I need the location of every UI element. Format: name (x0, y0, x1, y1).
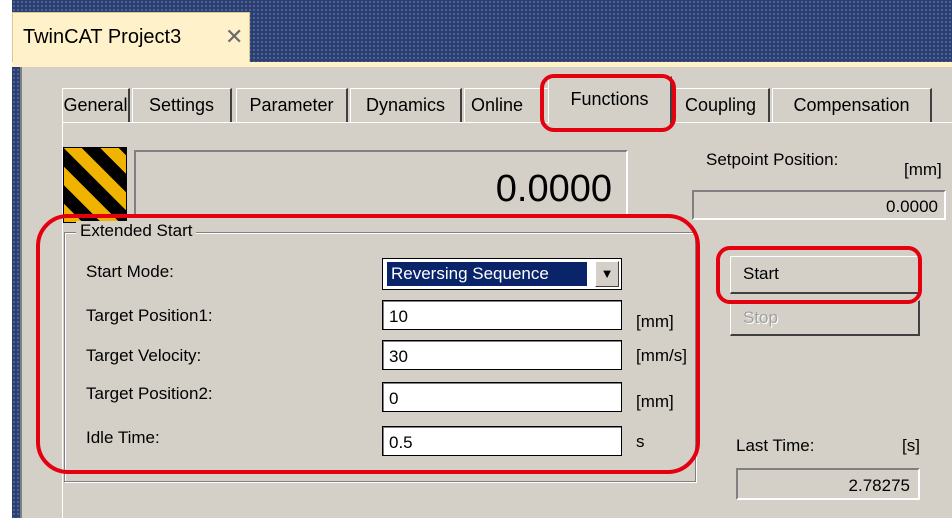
tab-general[interactable]: General (62, 88, 130, 124)
setpoint-position-value: 0.0000 (692, 190, 946, 220)
ide-left-strip (0, 0, 12, 518)
target-velocity-field[interactable]: 30 (382, 340, 622, 370)
document-tab-title: TwinCAT Project3 (23, 26, 182, 48)
tab-settings[interactable]: Settings (132, 88, 232, 124)
last-time-unit: [s] (902, 436, 920, 455)
close-icon[interactable]: ✕ (225, 24, 243, 50)
axis-warning-hatch-icon (63, 147, 127, 223)
extended-start-title: Extended Start (76, 221, 197, 241)
start-mode-select[interactable]: Reversing Sequence ▼ (382, 258, 622, 290)
idle-time-label: Idle Time: (86, 428, 160, 447)
tab-coupling[interactable]: Coupling (672, 88, 770, 124)
target-position2-unit: [mm] (636, 392, 674, 411)
tab-dynamics[interactable]: Dynamics (350, 88, 462, 124)
target-velocity-unit: [mm/s] (636, 346, 687, 365)
setpoint-unit: [mm] (904, 160, 942, 179)
setpoint-position-label: Setpoint Position: (706, 150, 839, 169)
tab-online[interactable]: Online (464, 88, 550, 124)
start-button[interactable]: Start (730, 256, 920, 294)
target-position1-field[interactable]: 10 (382, 300, 622, 330)
stop-button[interactable]: Stop (730, 300, 920, 336)
document-tab[interactable]: TwinCAT Project3 ✕ (12, 12, 250, 62)
idle-time-unit: s (636, 432, 645, 451)
target-position1-label: Target Position1: (86, 306, 213, 325)
actual-position-display: 0.0000 (134, 150, 628, 218)
start-mode-label: Start Mode: (86, 262, 174, 281)
last-time-label: Last Time: (736, 436, 815, 455)
tab-compensation[interactable]: Compensation (772, 88, 932, 124)
tab-functions[interactable]: Functions (548, 76, 672, 124)
target-position2-field[interactable]: 0 (382, 382, 622, 412)
start-mode-value: Reversing Sequence (387, 262, 587, 286)
tab-parameter[interactable]: Parameter (236, 88, 348, 124)
chevron-down-icon[interactable]: ▼ (595, 261, 619, 287)
last-time-value: 2.78275 (736, 468, 920, 500)
target-velocity-label: Target Velocity: (86, 346, 202, 365)
idle-time-field[interactable]: 0.5 (382, 426, 622, 456)
target-position1-unit: [mm] (636, 312, 674, 331)
target-position2-label: Target Position2: (86, 384, 213, 403)
